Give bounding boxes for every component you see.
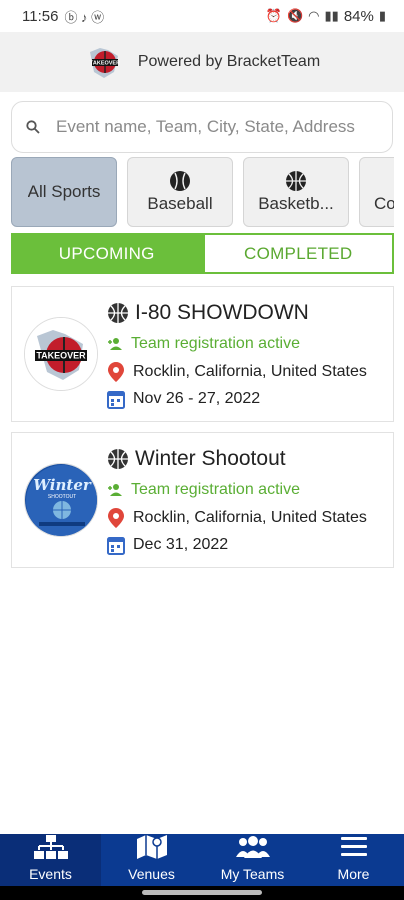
bracketteam-logo: TAKEOVER <box>84 42 124 82</box>
sport-chip-partial[interactable]: Co <box>359 157 394 227</box>
sport-filter-row[interactable]: All Sports Baseball Basketb... Co <box>11 157 394 227</box>
status-time: 11:56 <box>22 7 59 25</box>
location-text: Rocklin, California, United States <box>133 509 367 526</box>
nav-more-label: More <box>337 866 370 882</box>
registration-text: Team registration active <box>131 481 300 498</box>
event-card[interactable]: TAKEOVER I-80 SHOWDOWN Team registration… <box>11 286 394 422</box>
calendar-icon <box>107 537 125 555</box>
battery-icon: ▮ <box>378 8 386 23</box>
search-bar[interactable] <box>11 101 393 153</box>
event-title: I-80 SHOWDOWN <box>107 301 309 325</box>
event-title-text: I-80 SHOWDOWN <box>135 301 309 324</box>
nav-venues[interactable]: Venues <box>101 834 202 886</box>
svg-text:TAKEOVER: TAKEOVER <box>90 61 120 67</box>
event-title-text: Winter Shootout <box>135 447 286 470</box>
registration-text: Team registration active <box>131 335 300 352</box>
event-logo: TAKEOVER <box>24 317 98 391</box>
nav-more[interactable]: More <box>303 834 404 886</box>
event-location: Rocklin, California, United States <box>107 361 367 383</box>
signal-icon: ▮▮ <box>324 8 339 23</box>
status-bar: 11:56 ⓑ ♪ ⓦ ⏰ 🔇 ◠ ▮▮ 84% ▮ <box>0 0 404 32</box>
app-header: TAKEOVER Powered by BracketTeam <box>0 32 404 92</box>
bottom-navigation: Events Venues My Teams More <box>0 834 404 886</box>
event-dates: Dec 31, 2022 <box>107 535 228 555</box>
event-title: Winter Shootout <box>107 447 286 471</box>
location-pin-icon <box>108 362 124 382</box>
nav-events-label: Events <box>29 866 72 882</box>
mute-icon: 🔇 <box>286 8 304 23</box>
registration-status: Team registration active <box>107 335 300 353</box>
svg-text:Winter: Winter <box>33 476 92 494</box>
basketball-icon <box>286 171 306 191</box>
search-icon <box>26 120 40 134</box>
map-icon <box>136 835 167 859</box>
sport-chip-basketball[interactable]: Basketb... <box>243 157 349 227</box>
sport-chip-baseball[interactable]: Baseball <box>127 157 233 227</box>
search-input[interactable] <box>56 117 376 137</box>
location-text: Rocklin, California, United States <box>133 363 367 380</box>
event-logo: Winter SHOOTOUT <box>24 463 98 537</box>
sport-chip-label: Co <box>374 194 394 213</box>
dates-text: Dec 31, 2022 <box>133 536 229 553</box>
svg-text:TAKEOVER: TAKEOVER <box>36 351 86 361</box>
sport-chip-all-sports[interactable]: All Sports <box>11 157 117 227</box>
event-card[interactable]: Winter SHOOTOUT Winter Shootout Team reg… <box>11 432 394 568</box>
tab-completed[interactable]: COMPLETED <box>202 233 394 274</box>
battery-text: 84% <box>343 7 374 25</box>
baseball-icon <box>170 171 190 191</box>
add-person-icon <box>108 338 122 350</box>
notification-icons: ⓑ ♪ ⓦ <box>64 9 105 25</box>
add-person-icon <box>108 484 122 496</box>
basketball-icon <box>108 449 128 469</box>
nav-venues-label: Venues <box>128 866 175 882</box>
calendar-icon <box>107 391 125 409</box>
nav-events[interactable]: Events <box>0 834 101 886</box>
tab-upcoming[interactable]: UPCOMING <box>11 233 203 274</box>
bracket-icon <box>33 835 68 859</box>
registration-status: Team registration active <box>107 481 300 499</box>
home-gesture-handle[interactable] <box>142 890 262 895</box>
alarm-icon: ⏰ <box>265 8 282 23</box>
event-dates: Nov 26 - 27, 2022 <box>107 389 260 409</box>
event-status-tabs: UPCOMING COMPLETED <box>11 233 394 274</box>
nav-my-teams[interactable]: My Teams <box>202 834 303 886</box>
team-icon <box>235 836 270 858</box>
svg-text:SHOOTOUT: SHOOTOUT <box>48 494 76 500</box>
location-pin-icon <box>108 508 124 528</box>
sport-chip-label: Baseball <box>147 194 213 213</box>
sport-chip-label: All Sports <box>27 182 101 201</box>
wifi-icon: ◠ <box>308 8 320 23</box>
event-location: Rocklin, California, United States <box>107 507 367 529</box>
nav-my-teams-label: My Teams <box>220 866 285 882</box>
sport-chip-label: Basketb... <box>258 194 334 213</box>
dates-text: Nov 26 - 27, 2022 <box>133 390 261 407</box>
basketball-icon <box>108 303 128 323</box>
system-gesture-bar <box>0 886 404 900</box>
menu-icon <box>340 837 367 856</box>
powered-by-label: Powered by BracketTeam <box>137 53 321 70</box>
